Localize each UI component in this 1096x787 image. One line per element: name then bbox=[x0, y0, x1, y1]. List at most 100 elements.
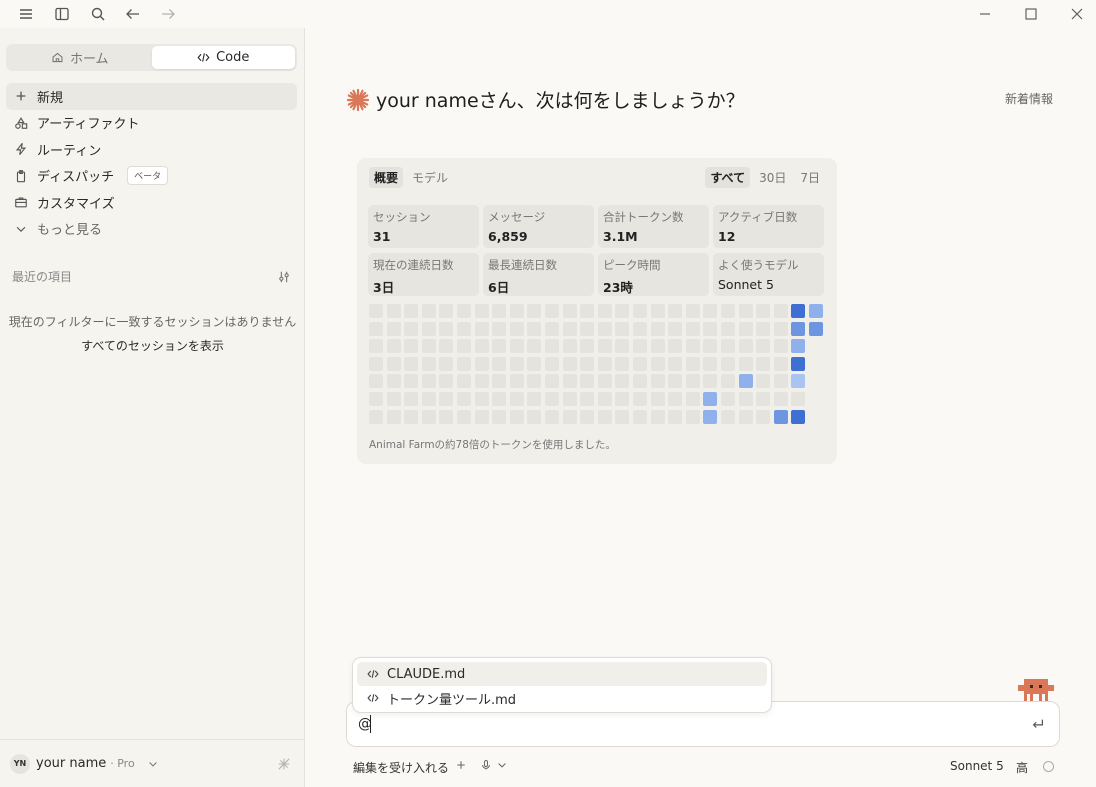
input-toolbar: 編集を受け入れる Sonnet 5 高 bbox=[353, 759, 1063, 775]
enter-icon[interactable] bbox=[1031, 717, 1045, 731]
heatmap-cell bbox=[421, 374, 436, 389]
sidebar-item-customize[interactable]: カスタマイズ bbox=[6, 189, 297, 216]
minimize-icon[interactable] bbox=[975, 4, 995, 24]
back-arrow-icon[interactable] bbox=[123, 4, 143, 24]
heatmap-cell bbox=[404, 356, 419, 371]
sidebar-nav: 新規 アーティファクト ルーティン ディスパッチ ベータ カスタマイズ もっと見… bbox=[6, 83, 297, 242]
mention-item-label: トークン量ツール.md bbox=[387, 692, 517, 708]
sparkle-off-icon[interactable] bbox=[277, 757, 291, 771]
heatmap-cell bbox=[562, 304, 577, 318]
stat-value: 3.1M bbox=[603, 229, 638, 244]
menu-icon[interactable] bbox=[16, 4, 36, 24]
sidebar-toggle-icon[interactable] bbox=[52, 4, 72, 24]
heatmap-cell bbox=[809, 321, 823, 336]
heatmap-cell bbox=[404, 304, 419, 318]
maximize-icon[interactable] bbox=[1021, 4, 1041, 24]
heatmap-cell bbox=[668, 356, 683, 371]
chevron-down-icon[interactable] bbox=[147, 758, 159, 770]
heatmap-cell bbox=[509, 304, 524, 318]
heatmap-cell bbox=[509, 374, 524, 389]
heatmap-cell bbox=[650, 356, 665, 371]
heatmap-cell bbox=[615, 392, 630, 406]
heatmap-cell bbox=[457, 409, 471, 424]
range-7d[interactable]: 7日 bbox=[795, 167, 825, 188]
heatmap-cell bbox=[791, 374, 806, 389]
mention-item[interactable]: トークン量ツール.md bbox=[357, 686, 767, 710]
heatmap-cell bbox=[703, 409, 718, 424]
heatmap-cell bbox=[562, 356, 577, 371]
range-all[interactable]: すべて bbox=[705, 167, 751, 188]
heatmap-cell bbox=[650, 321, 665, 336]
tab-home[interactable]: ホーム bbox=[8, 46, 152, 69]
model-selector[interactable]: Sonnet 5 bbox=[950, 759, 1004, 773]
heatmap-cell bbox=[685, 304, 700, 318]
plus-icon bbox=[16, 91, 26, 101]
tab-code[interactable]: Code bbox=[151, 46, 295, 69]
heatmap-cell bbox=[773, 409, 788, 424]
heatmap-cell bbox=[633, 392, 647, 406]
heatmap-cell bbox=[615, 356, 630, 371]
heatmap-cell bbox=[369, 339, 383, 354]
tab-overview[interactable]: 概要 bbox=[369, 167, 404, 188]
heatmap-cell bbox=[633, 339, 647, 354]
heatmap-cell bbox=[509, 392, 524, 406]
heatmap-cell bbox=[791, 321, 806, 336]
account-footer[interactable]: YN your name · Pro bbox=[0, 739, 305, 787]
heatmap-cell bbox=[738, 339, 753, 354]
stat-label: 合計トークン数 bbox=[603, 210, 684, 224]
heatmap-cell bbox=[457, 304, 471, 318]
stat-cards: セッション 31 メッセージ 6,859 合計トークン数 3.1M アクティブ日数 12… bbox=[368, 205, 826, 296]
shapes-icon bbox=[15, 116, 28, 129]
stat-card-messages: メッセージ 6,859 bbox=[483, 205, 594, 248]
heatmap-cell bbox=[492, 321, 507, 336]
heatmap-cell bbox=[703, 356, 718, 371]
close-icon[interactable] bbox=[1067, 4, 1087, 24]
heatmap-cell bbox=[615, 374, 630, 389]
heatmap-cell bbox=[439, 374, 454, 389]
add-button[interactable] bbox=[455, 759, 467, 771]
show-all-sessions-link[interactable]: すべてのセッションを表示 bbox=[0, 337, 305, 354]
effort-selector[interactable]: 高 bbox=[1016, 759, 1028, 776]
heatmap-cell bbox=[492, 392, 507, 406]
sidebar-item-new[interactable]: 新規 bbox=[6, 83, 297, 110]
search-icon[interactable] bbox=[88, 4, 108, 24]
heatmap-cell bbox=[703, 304, 718, 318]
stat-card-active-days: アクティブ日数 12 bbox=[713, 205, 824, 248]
heatmap-cell bbox=[668, 339, 683, 354]
heatmap-cell bbox=[369, 304, 383, 318]
heatmap-cell bbox=[809, 304, 823, 318]
sidebar-item-routines[interactable]: ルーティン bbox=[6, 136, 297, 163]
sidebar-item-more[interactable]: もっと見る bbox=[6, 216, 297, 243]
forward-arrow-icon[interactable] bbox=[158, 4, 178, 24]
recent-title: 最近の項目 bbox=[12, 270, 73, 284]
microphone-menu[interactable] bbox=[480, 759, 508, 771]
sidebar-item-dispatch[interactable]: ディスパッチ ベータ bbox=[6, 163, 297, 190]
heatmap-cell bbox=[703, 321, 718, 336]
heatmap-cell bbox=[404, 392, 419, 406]
heatmap-cell bbox=[597, 321, 612, 336]
heatmap-cell bbox=[756, 356, 771, 371]
greeting-text: your nameさん、次は何をしましょうか？ bbox=[376, 90, 745, 112]
heatmap-cell bbox=[703, 392, 718, 406]
heatmap-cell bbox=[773, 339, 788, 354]
heatmap-cell bbox=[633, 304, 647, 318]
heatmap-cell bbox=[721, 356, 735, 371]
accept-edits-toggle[interactable]: 編集を受け入れる bbox=[353, 759, 449, 776]
mention-item[interactable]: CLAUDE.md bbox=[357, 662, 767, 686]
heatmap-cell bbox=[562, 374, 577, 389]
greeting: your nameさん、次は何をしましょうか？ bbox=[346, 86, 745, 113]
heatmap-cell bbox=[369, 409, 383, 424]
heatmap-cell bbox=[791, 409, 806, 424]
range-30d[interactable]: 30日 bbox=[754, 167, 791, 188]
tab-models[interactable]: モデル bbox=[407, 167, 453, 188]
heatmap-cell bbox=[685, 374, 700, 389]
heatmap-cell bbox=[633, 374, 647, 389]
sidebar-item-artifacts[interactable]: アーティファクト bbox=[6, 110, 297, 137]
stat-label: セッション bbox=[373, 210, 431, 224]
heatmap-cell bbox=[650, 392, 665, 406]
heatmap-cell bbox=[527, 409, 542, 424]
heatmap-cell bbox=[386, 339, 401, 354]
filter-sliders-icon[interactable] bbox=[277, 270, 291, 284]
whats-new-link[interactable]: 新着情報 bbox=[1005, 90, 1053, 107]
stat-value: 31 bbox=[373, 229, 391, 244]
